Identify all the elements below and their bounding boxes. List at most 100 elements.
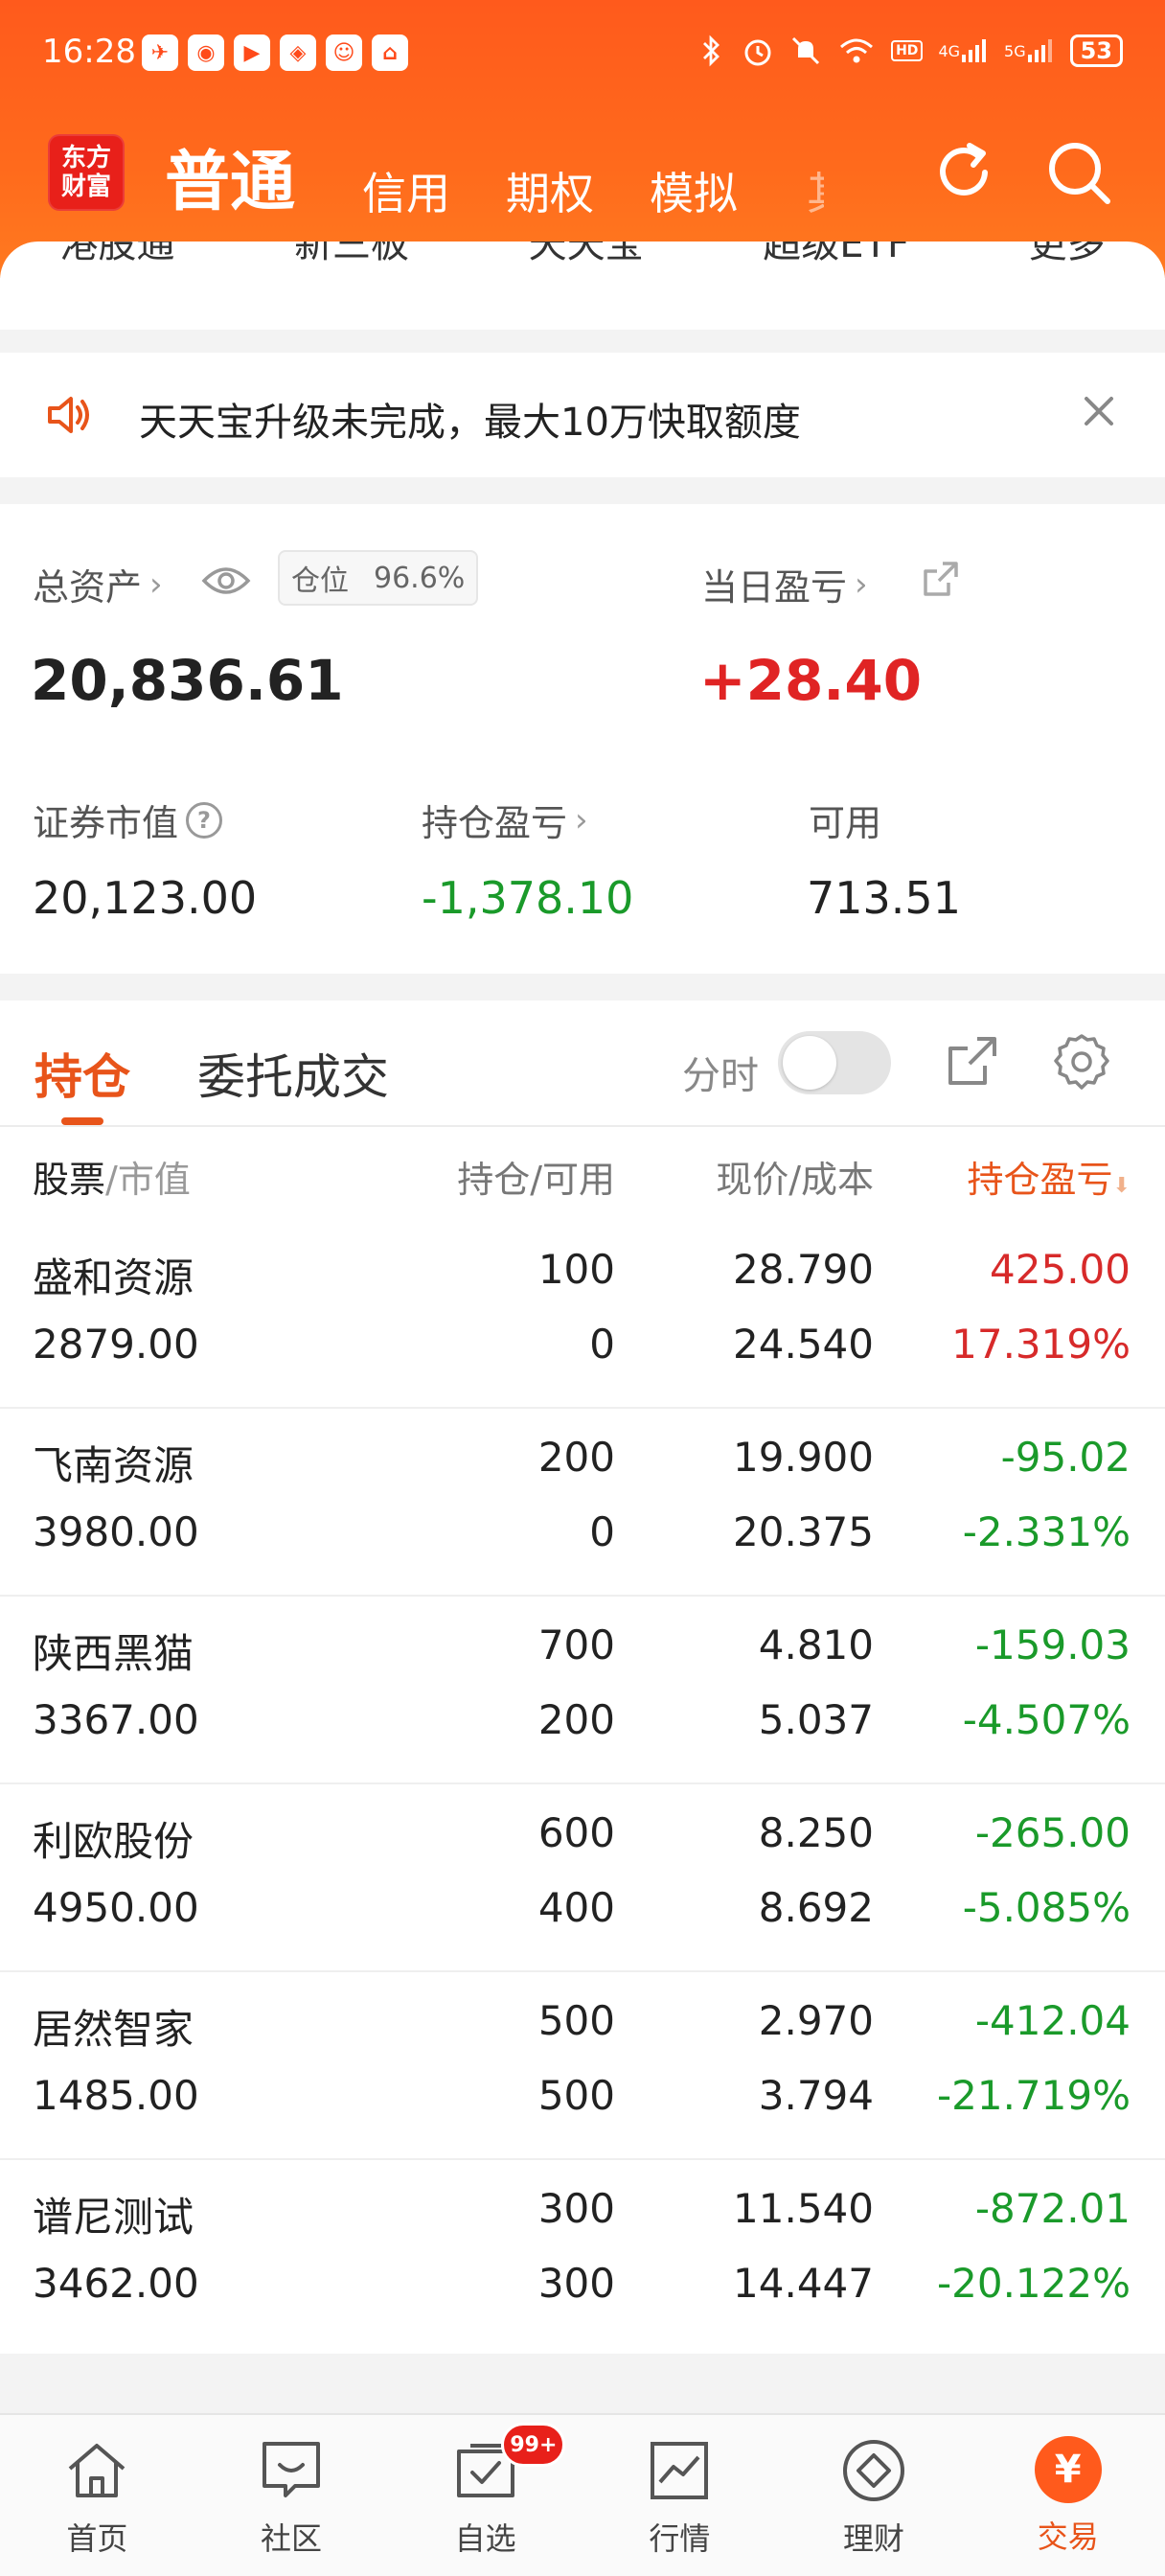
sort-desc-icon: ⬇: [1112, 1174, 1131, 1198]
stock-qty: 100: [537, 1246, 615, 1293]
asset-summary: 总资产 › 仓位 96.6% 20,836.61 当日盈亏 › +28.40 证…: [0, 504, 1165, 974]
stock-price: 28.790: [733, 1246, 874, 1293]
signal-5g-icon: 5G: [1004, 33, 1055, 69]
holdings-tabs: 持仓 委托成交 分时: [0, 1000, 1165, 1127]
chat-icon: [263, 2442, 320, 2497]
stock-cost: 20.375: [733, 1508, 874, 1555]
header: 16:28 ✈ ◉ ▶ ◈ ☺ ⌂ HD 4G 5G 53 东方 财富 普通 信…: [0, 0, 1165, 278]
market-value: 20,123.00: [33, 872, 258, 924]
table-row[interactable]: 利欧股份 4950.00 600 400 8.250 8.692 -265.00 -5.085…: [0, 1784, 1165, 1972]
help-icon[interactable]: ?: [186, 801, 223, 839]
stock-name: 谱尼测试: [33, 2194, 194, 2241]
stock-qty: 600: [537, 1809, 615, 1856]
gear-icon[interactable]: [1050, 1031, 1113, 1094]
holdings-table-header: 股票/市值 持仓/可用 现价/成本 持仓盈亏⬇: [0, 1129, 1165, 1217]
notification-app-icon: ✈: [142, 34, 178, 71]
stock-qty: 700: [537, 1622, 615, 1668]
status-time: 16:28: [42, 33, 136, 71]
intraday-toggle[interactable]: [778, 1031, 891, 1094]
stock-pl-pct: -20.122%: [936, 2260, 1131, 2307]
notice-bar[interactable]: 天天宝升级未完成，最大10万快取额度: [0, 353, 1165, 477]
notification-icons: ✈ ◉ ▶ ◈ ☺ ⌂: [142, 34, 408, 71]
notification-app-icon: ☺: [326, 34, 362, 71]
stock-market-value: 4950.00: [33, 1884, 199, 1931]
stock-pl-pct: -2.331%: [962, 1508, 1131, 1555]
share-icon[interactable]: [920, 558, 962, 600]
available-value: 713.51: [807, 872, 961, 924]
stock-pl-pct: -21.719%: [936, 2072, 1131, 2119]
stock-market-value: 3980.00: [33, 1508, 199, 1555]
day-pl-link[interactable]: 当日盈亏 ›: [701, 558, 868, 610]
share-icon[interactable]: [943, 1031, 1002, 1091]
table-row[interactable]: 飞南资源 3980.00 200 0 19.900 20.375 -95.02 -2.331%: [0, 1409, 1165, 1597]
category-more[interactable]: 更多: [1029, 242, 1106, 268]
notification-app-icon: ▶: [234, 34, 270, 71]
stock-name: 飞南资源: [33, 1442, 194, 1489]
total-assets-link[interactable]: 总资产 ›: [33, 558, 163, 610]
nav-wealth[interactable]: 理财: [777, 2415, 971, 2576]
stock-pl: -159.03: [974, 1622, 1131, 1668]
unread-badge: 99+: [501, 2423, 566, 2467]
stock-available: 200: [537, 1696, 615, 1743]
table-row[interactable]: 陕西黑猫 3367.00 700 200 4.810 5.037 -159.03 -4.507…: [0, 1597, 1165, 1784]
stock-cost: 3.794: [758, 2072, 874, 2119]
stock-pl: 425.00: [990, 1246, 1131, 1293]
mute-icon: [789, 33, 822, 69]
position-ratio-badge: 仓位 96.6%: [278, 550, 479, 606]
tab-indicator: [61, 1117, 103, 1125]
tab-normal[interactable]: 普通: [165, 128, 295, 223]
stock-name: 利欧股份: [33, 1818, 194, 1865]
nav-trade[interactable]: ¥ 交易: [971, 2415, 1165, 2576]
stock-pl: -872.01: [974, 2185, 1131, 2232]
stock-name: 盛和资源: [33, 1254, 194, 1301]
category-super-etf[interactable]: 超级ETF: [763, 242, 909, 268]
stock-name: 陕西黑猫: [33, 1630, 194, 1677]
battery-indicator: 53: [1069, 34, 1123, 67]
tab-positions[interactable]: 持仓: [34, 1039, 130, 1108]
category-neeq[interactable]: 新三板: [294, 242, 409, 268]
stock-pl-pct: 17.319%: [951, 1321, 1131, 1368]
table-row[interactable]: 盛和资源 2879.00 100 0 28.790 24.540 425.00 17.319%: [0, 1221, 1165, 1409]
category-tiantianbao[interactable]: 天天宝: [529, 242, 644, 268]
stock-qty: 500: [537, 1997, 615, 2044]
stock-price: 19.900: [733, 1434, 874, 1481]
column-qty: 持仓/可用: [457, 1159, 615, 1201]
stock-available: 400: [537, 1884, 615, 1931]
column-pl[interactable]: 持仓盈亏⬇: [968, 1150, 1131, 1203]
notification-app-icon: ◈: [280, 34, 316, 71]
nav-home[interactable]: 首页: [0, 2415, 194, 2576]
stock-available: 0: [589, 1321, 615, 1368]
stock-pl-pct: -5.085%: [962, 1884, 1131, 1931]
stock-qty: 200: [537, 1434, 615, 1481]
search-icon[interactable]: [1042, 136, 1115, 209]
nav-watchlist[interactable]: 自选 99+: [388, 2415, 582, 2576]
stock-pl-pct: -4.507%: [962, 1696, 1131, 1743]
stock-available: 0: [589, 1508, 615, 1555]
eye-icon[interactable]: [201, 562, 251, 600]
holding-pl-link[interactable]: 持仓盈亏 ›: [422, 794, 588, 846]
table-row[interactable]: 谱尼测试 3462.00 300 300 11.540 14.447 -872.01 -20.…: [0, 2160, 1165, 2348]
column-price: 现价/成本: [716, 1159, 874, 1201]
table-row[interactable]: 居然智家 1485.00 500 500 2.970 3.794 -412.04 -21.71…: [0, 1972, 1165, 2160]
home-icon: [69, 2444, 126, 2497]
tab-credit[interactable]: 信用: [362, 159, 450, 222]
tab-partial[interactable]: 其: [807, 159, 824, 222]
toggle-knob: [783, 1036, 836, 1090]
tab-simulation[interactable]: 模拟: [650, 159, 738, 222]
app-logo: 东方 财富: [48, 134, 125, 211]
nav-market[interactable]: 行情: [582, 2415, 777, 2576]
tab-orders-trades[interactable]: 委托成交: [197, 1039, 389, 1108]
tab-options[interactable]: 期权: [506, 159, 594, 222]
category-hk-connect[interactable]: 港股通: [59, 242, 174, 268]
stock-price: 8.250: [758, 1809, 874, 1856]
app-bar: 东方 财富 普通 信用 期权 模拟 其: [0, 123, 1165, 228]
stock-cost: 24.540: [733, 1321, 874, 1368]
nav-community[interactable]: 社区: [194, 2415, 389, 2576]
chevron-right-icon: ›: [855, 564, 868, 604]
market-value-label: 证券市值 ?: [33, 794, 223, 846]
refresh-icon[interactable]: [927, 136, 1000, 209]
bluetooth-icon: [697, 33, 726, 69]
close-icon[interactable]: [1075, 387, 1123, 435]
stock-qty: 300: [537, 2185, 615, 2232]
stock-price: 4.810: [758, 1622, 874, 1668]
